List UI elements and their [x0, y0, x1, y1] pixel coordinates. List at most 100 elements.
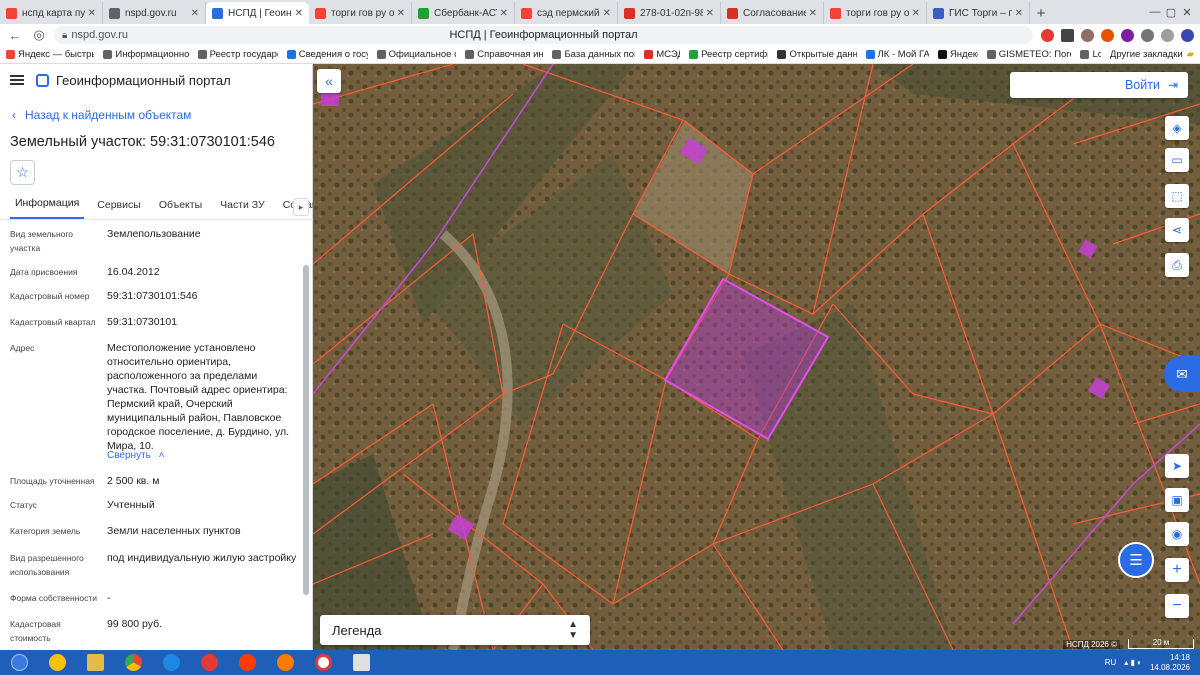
properties-list: Вид земельного участка Землепользование …: [0, 221, 303, 650]
browser-tab[interactable]: НСПД | Геоинфо✕: [206, 2, 309, 24]
close-tab-icon[interactable]: ✕: [706, 8, 714, 19]
login-button[interactable]: Войти ⇥: [1010, 72, 1188, 98]
location-pin-icon: ◉: [1171, 527, 1183, 541]
bookmark-item[interactable]: МСЭД: [644, 49, 680, 60]
bookmark-item[interactable]: Реестр государст: [197, 49, 278, 60]
tabs-scroll-right-button[interactable]: ▸: [293, 198, 309, 216]
panel-tab[interactable]: Объекты: [154, 199, 207, 219]
close-tab-icon[interactable]: ✕: [912, 8, 920, 19]
browser-tab[interactable]: ГИС Торги – продаж✕: [927, 2, 1030, 24]
geolocation-button[interactable]: ◉: [1165, 522, 1189, 546]
browser-tab[interactable]: Сбербанк-АСТ - Эл✕: [412, 2, 515, 24]
scrollbar-thumb[interactable]: [303, 265, 309, 595]
legend-dropdown[interactable]: Легенда ▲ ▼: [320, 615, 590, 645]
bookmark-item[interactable]: Открытые данны: [777, 49, 857, 60]
close-window-icon[interactable]: ✕: [1180, 6, 1194, 19]
collapse-panel-button[interactable]: «: [317, 69, 341, 93]
start-button[interactable]: [4, 652, 34, 674]
browser-tab[interactable]: nspd.gov.ru ✕: [103, 2, 206, 24]
share-button[interactable]: ⋖: [1165, 218, 1189, 242]
zoom-in-button[interactable]: +: [1165, 558, 1189, 582]
yandex-browser-taskbar-icon[interactable]: [308, 652, 338, 674]
tab-title: ГИС Торги – продаж: [949, 7, 1012, 19]
firefox-icon[interactable]: [270, 652, 300, 674]
explorer-icon[interactable]: [80, 652, 110, 674]
panel-tab[interactable]: Информация: [10, 197, 85, 219]
download-icon[interactable]: [1161, 28, 1174, 42]
property-label: Вид земельного участка: [10, 229, 74, 253]
close-tab-icon[interactable]: ✕: [603, 8, 611, 19]
basemap-button[interactable]: ▣: [1165, 488, 1189, 512]
print-button[interactable]: ⎙: [1165, 253, 1189, 277]
calendar-icon[interactable]: [346, 652, 376, 674]
zoom-out-button[interactable]: −: [1165, 594, 1189, 618]
bookmark-item[interactable]: Сведения о госуд: [286, 49, 368, 60]
panel-scrollbar[interactable]: [302, 221, 310, 650]
chat-button[interactable]: ☰: [1118, 542, 1154, 578]
tab-title: НСПД | Геоинфо: [228, 7, 292, 19]
info-panel: Геоинформационный портал ‹ Назад к найде…: [0, 64, 317, 650]
browser-tab[interactable]: торги гов ру офици✕: [309, 2, 412, 24]
collapse-address-link[interactable]: Свернуть ˄: [107, 450, 164, 461]
browser-tab[interactable]: нспд карта публичн✕: [0, 2, 103, 24]
browser-tab[interactable]: торги гов ру офици✕: [824, 2, 927, 24]
minimize-icon[interactable]: —: [1148, 6, 1162, 18]
back-arrow-icon[interactable]: ←: [6, 26, 24, 44]
new-tab-button[interactable]: +: [1030, 2, 1052, 24]
bookmark-item[interactable]: Официальное оп: [376, 49, 456, 60]
bookmark-item[interactable]: GISMETEO: Погод: [986, 49, 1071, 60]
yandex-browser-icon[interactable]: ◎: [30, 26, 48, 44]
bookmark-item[interactable]: Яндекс: [937, 49, 978, 60]
locate-button[interactable]: ➤: [1165, 454, 1189, 478]
profile-icon[interactable]: [1181, 28, 1194, 42]
bookmark-label: Реестр государст: [209, 49, 278, 60]
close-tab-icon[interactable]: ✕: [500, 8, 508, 19]
close-tab-icon[interactable]: ✕: [191, 8, 199, 19]
property-value: Местоположение установлено относительно …: [107, 342, 290, 452]
select-area-button[interactable]: ⬚: [1165, 184, 1189, 208]
bookmark-item[interactable]: Яндекс — быстрый: [6, 49, 94, 60]
map-canvas[interactable]: [313, 64, 1200, 650]
panel-tab[interactable]: Сервисы: [92, 199, 146, 219]
bookmark-item[interactable]: Реестр сертифик: [689, 49, 768, 60]
other-bookmarks[interactable]: Другие закладки ▰: [1110, 49, 1194, 60]
close-tab-icon[interactable]: ✕: [397, 8, 405, 19]
close-tab-icon[interactable]: ✕: [88, 8, 96, 19]
extension-icon[interactable]: [1081, 28, 1094, 42]
bookmark-item[interactable]: Справочная инф: [465, 49, 543, 60]
browser-tab[interactable]: Согласование доку✕: [721, 2, 824, 24]
feedback-side-tab[interactable]: ✉: [1164, 356, 1200, 392]
bookmark-item[interactable]: База данных пока: [552, 49, 635, 60]
map-view[interactable]: « Войти ⇥ ◈ ▭ ⬚ ⋖ ⎙ ✉ ➤ ▣ ◉ + − ☰ Легенд…: [313, 64, 1200, 650]
layers-button[interactable]: ◈: [1165, 116, 1189, 140]
adblock-icon[interactable]: [1041, 28, 1054, 42]
opera-icon[interactable]: [194, 652, 224, 674]
chrome-icon[interactable]: [118, 652, 148, 674]
extension-icon[interactable]: [1101, 28, 1114, 42]
close-tab-icon[interactable]: ✕: [809, 8, 817, 19]
omnibox[interactable]: 🔒︎ nspd.gov.ru НСПД | Геоинформационный …: [54, 26, 1033, 44]
extension-icon[interactable]: [1141, 28, 1154, 42]
maximize-icon[interactable]: ▢: [1164, 6, 1178, 19]
close-tab-icon[interactable]: ✕: [1015, 8, 1023, 19]
yandex-icon[interactable]: [232, 652, 262, 674]
bookmark-item[interactable]: Информационно...: [103, 49, 189, 60]
browser-tab[interactable]: 278-01-02п-986 от 1✕: [618, 2, 721, 24]
bookmark-item[interactable]: ЛК - Мой ГАЗ: [865, 49, 929, 60]
clock[interactable]: 14:18 14.08.2026: [1150, 653, 1190, 673]
back-to-results-link[interactable]: ‹ Назад к найденным объектам: [12, 108, 191, 122]
tools-icon[interactable]: [1061, 28, 1074, 42]
browser-tab[interactable]: сэд пермский край✕: [515, 2, 618, 24]
tray-icons[interactable]: ▴ ▮ ◐: [1124, 658, 1142, 667]
menu-icon[interactable]: [10, 75, 24, 85]
bookmark-item[interactable]: Lo: [1080, 49, 1101, 60]
measure-button[interactable]: ▭: [1165, 148, 1189, 172]
close-tab-icon[interactable]: ✕: [295, 8, 303, 19]
app-icon[interactable]: [42, 652, 72, 674]
language-indicator[interactable]: RU: [1105, 658, 1117, 667]
extension-icon[interactable]: [1121, 28, 1134, 42]
ie-icon[interactable]: [156, 652, 186, 674]
favorite-button[interactable]: ☆: [10, 160, 35, 185]
property-label: Кадастровая стоимость: [10, 619, 61, 643]
panel-tab[interactable]: Части ЗУ: [215, 199, 270, 219]
